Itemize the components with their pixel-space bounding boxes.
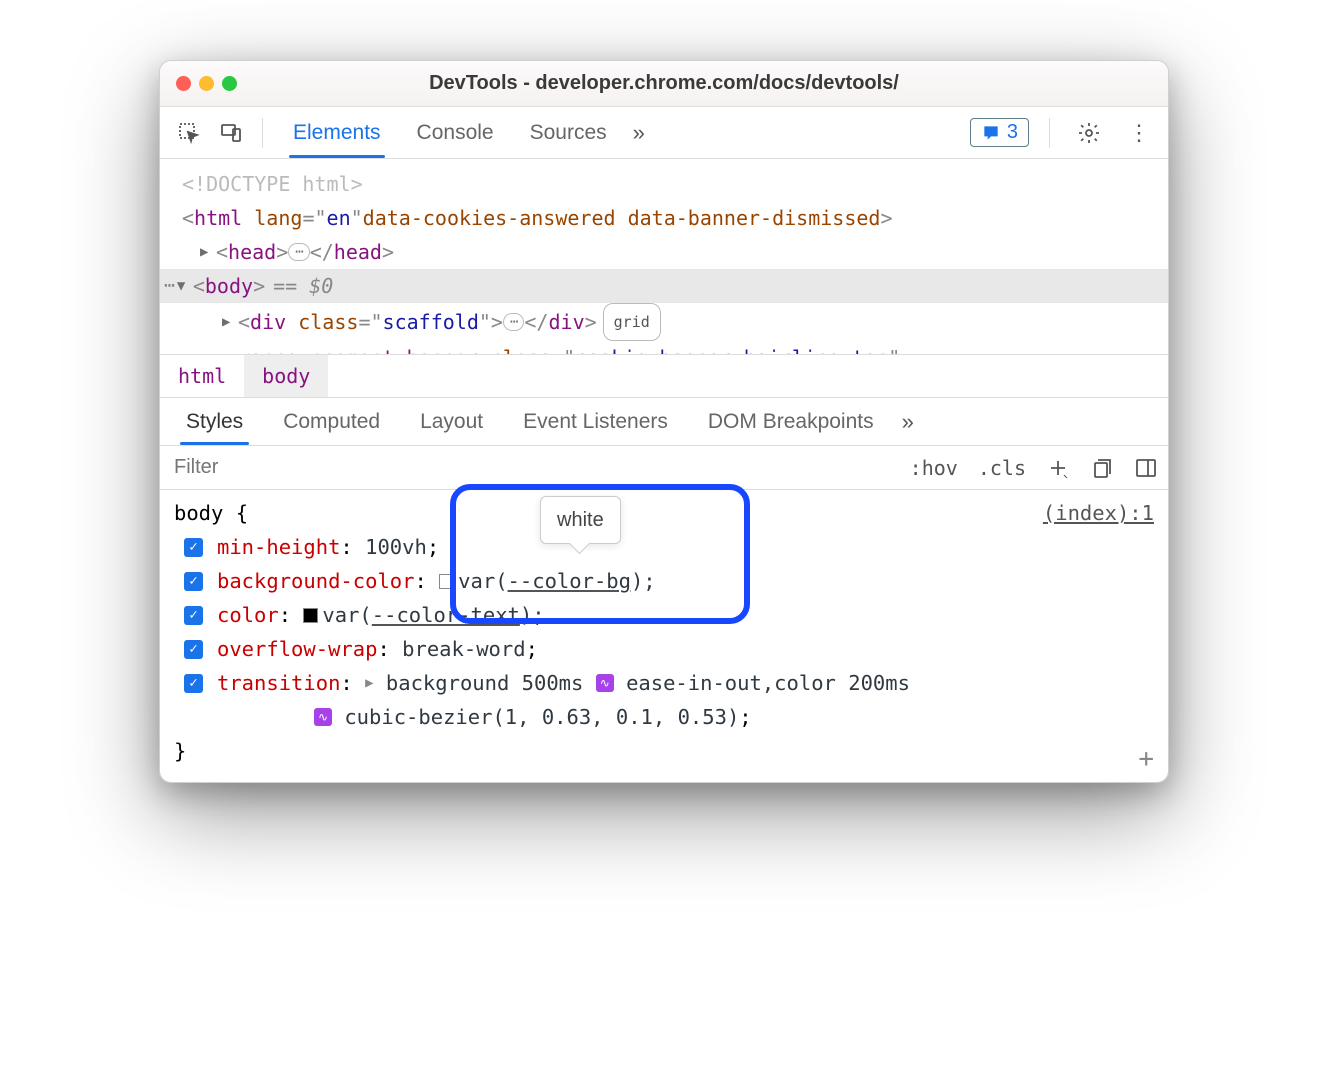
main-toolbar: Elements Console Sources » 3 ⋮ xyxy=(160,107,1168,159)
settings-icon[interactable] xyxy=(1070,114,1108,152)
toggle-sidebar-icon[interactable] xyxy=(1124,446,1168,489)
dom-tree[interactable]: <!DOCTYPE html> <html lang="en" data-coo… xyxy=(160,159,1168,354)
separator xyxy=(1049,118,1050,148)
property-checkbox[interactable] xyxy=(184,538,203,557)
rule-close-brace: } xyxy=(174,734,1154,768)
source-link[interactable]: (index):1 xyxy=(1043,496,1154,530)
issues-badge[interactable]: 3 xyxy=(970,118,1029,147)
easing-editor-icon[interactable]: ∿ xyxy=(596,674,614,692)
separator xyxy=(262,118,263,148)
traffic-lights xyxy=(160,76,237,91)
css-var-link[interactable]: --color-text xyxy=(372,603,520,627)
prop-background-color[interactable]: background-color: var(--color-bg); xyxy=(174,564,1154,598)
window-titlebar: DevTools - developer.chrome.com/docs/dev… xyxy=(160,61,1168,107)
color-tooltip: white xyxy=(540,496,621,544)
dom-breadcrumb: html body xyxy=(160,354,1168,398)
color-swatch-icon[interactable] xyxy=(303,608,318,623)
new-style-rule-icon[interactable] xyxy=(1036,446,1080,489)
tab-computed[interactable]: Computed xyxy=(263,398,400,445)
tab-layout[interactable]: Layout xyxy=(400,398,503,445)
tab-elements[interactable]: Elements xyxy=(275,107,399,158)
property-checkbox[interactable] xyxy=(184,674,203,693)
prop-transition-cont[interactable]: ∿ cubic-bezier(1, 0.63, 0.1, 0.53); xyxy=(174,700,1154,734)
devtools-window: DevTools - developer.chrome.com/docs/dev… xyxy=(159,60,1169,783)
property-checkbox[interactable] xyxy=(184,606,203,625)
styles-filter-bar: :hov .cls xyxy=(160,446,1168,490)
class-toggle[interactable]: .cls xyxy=(968,446,1036,489)
more-styles-tabs-icon[interactable]: » xyxy=(894,409,922,435)
rule-selector[interactable]: body { xyxy=(174,496,248,530)
maximize-window-button[interactable] xyxy=(222,76,237,91)
more-tabs-icon[interactable]: » xyxy=(625,120,653,146)
hover-toggle[interactable]: :hov xyxy=(900,446,968,489)
tab-event-listeners[interactable]: Event Listeners xyxy=(503,398,688,445)
copy-styles-icon[interactable] xyxy=(1080,446,1124,489)
dom-announcement-banner[interactable]: ▶<announcement-banner class="cookie-bann… xyxy=(160,341,1168,354)
expand-shorthand-icon[interactable]: ▶ xyxy=(365,666,373,700)
crumb-body[interactable]: body xyxy=(244,355,328,397)
styles-filter-input[interactable] xyxy=(160,446,900,489)
css-var-link[interactable]: --color-bg xyxy=(508,569,631,593)
prop-color[interactable]: color: var(--color-text); xyxy=(174,598,1154,632)
property-checkbox[interactable] xyxy=(184,572,203,591)
tab-dom-breakpoints[interactable]: DOM Breakpoints xyxy=(688,398,894,445)
property-checkbox[interactable] xyxy=(184,640,203,659)
prop-min-height[interactable]: min-height: 100vh; xyxy=(174,530,1154,564)
prop-transition[interactable]: transition: ▶ background 500ms ∿ ease-in… xyxy=(174,666,1154,700)
add-property-icon[interactable]: + xyxy=(1138,742,1154,776)
dom-body-element[interactable]: ⋯▼<body>== $0 xyxy=(160,269,1168,303)
close-window-button[interactable] xyxy=(176,76,191,91)
message-icon xyxy=(981,123,1001,143)
dom-head-element[interactable]: ▶<head>⋯</head> xyxy=(160,235,1168,269)
minimize-window-button[interactable] xyxy=(199,76,214,91)
prop-overflow-wrap[interactable]: overflow-wrap: break-word; xyxy=(174,632,1154,666)
dom-html-element[interactable]: <html lang="en" data-cookies-answered da… xyxy=(160,201,1168,235)
tab-styles[interactable]: Styles xyxy=(166,398,263,445)
easing-editor-icon[interactable]: ∿ xyxy=(314,708,332,726)
color-swatch-icon[interactable] xyxy=(439,574,454,589)
device-toggle-icon[interactable] xyxy=(212,114,250,152)
dom-doctype[interactable]: <!DOCTYPE html> xyxy=(160,167,1168,201)
tab-console[interactable]: Console xyxy=(399,107,512,158)
more-menu-icon[interactable]: ⋮ xyxy=(1120,114,1158,152)
tab-sources[interactable]: Sources xyxy=(512,107,625,158)
styles-panel-tabs: Styles Computed Layout Event Listeners D… xyxy=(160,398,1168,446)
grid-badge[interactable]: grid xyxy=(603,303,661,341)
window-title: DevTools - developer.chrome.com/docs/dev… xyxy=(160,72,1168,95)
crumb-html[interactable]: html xyxy=(160,355,244,397)
panel-tabs: Elements Console Sources » xyxy=(275,107,653,158)
dom-div-scaffold[interactable]: ▶<div class="scaffold">⋯</div>grid xyxy=(160,303,1168,341)
styles-rules-panel: body { (index):1 min-height: 100vh; back… xyxy=(160,490,1168,782)
inspect-element-icon[interactable] xyxy=(170,114,208,152)
issues-count: 3 xyxy=(1007,121,1018,144)
